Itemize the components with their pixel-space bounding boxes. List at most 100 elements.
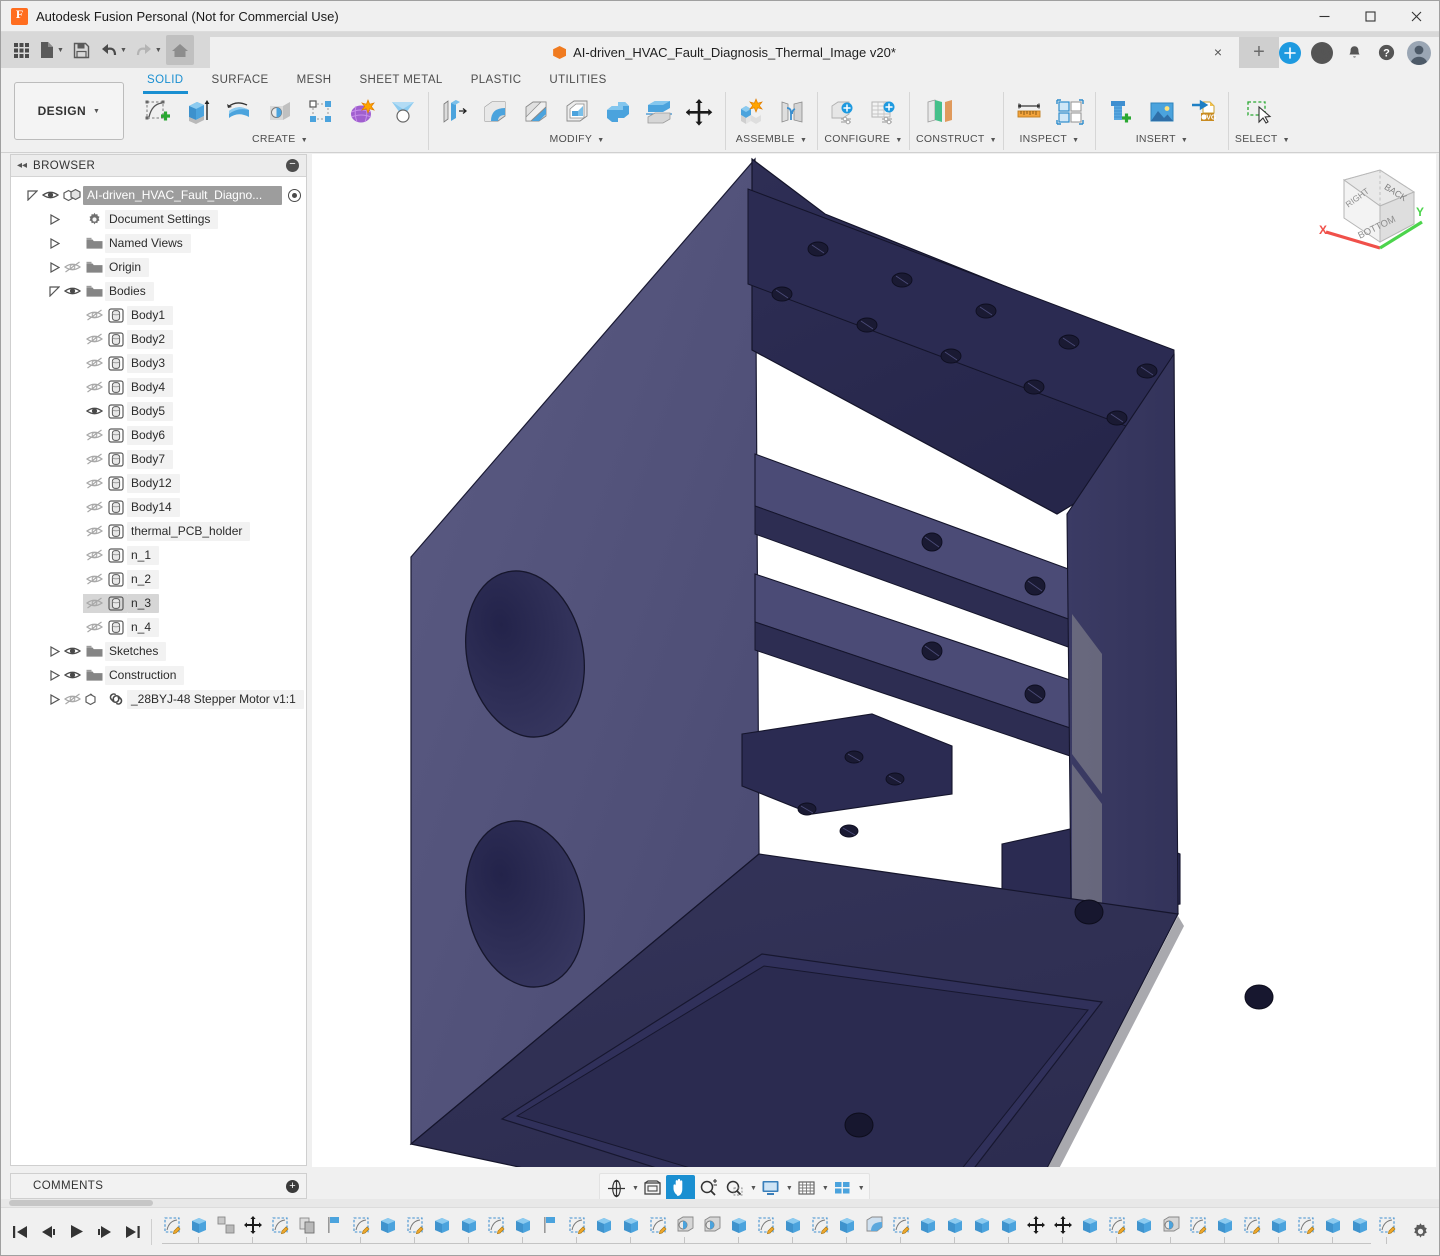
insert-mcmaster-bolt-icon[interactable] [1102,93,1140,131]
visibility-off-icon[interactable] [83,501,105,513]
scrollbar-thumb[interactable] [9,1200,153,1206]
visibility-off-icon[interactable] [83,573,105,585]
visibility-on-icon[interactable] [83,405,105,417]
tab-solid[interactable]: SOLID [133,70,198,94]
tab-plastic[interactable]: PLASTIC [457,70,536,92]
step-forward-icon[interactable] [91,1217,117,1247]
new-tab-button[interactable]: + [1239,37,1279,68]
form-icon[interactable] [343,93,381,131]
zoom-icon[interactable] [696,1175,721,1201]
maximize-button[interactable] [1347,1,1393,32]
timeline-feature-sketch[interactable] [563,1210,590,1240]
help-icon[interactable]: ? [1375,42,1397,64]
visibility-on-icon[interactable] [39,189,61,201]
tab-mesh[interactable]: MESH [283,70,346,92]
chevron-down-icon[interactable]: ▼ [120,47,127,54]
grid-snaps-icon[interactable] [794,1175,819,1201]
look-at-icon[interactable] [640,1175,665,1201]
fit-icon[interactable] [722,1175,747,1201]
move-copy-icon[interactable] [681,93,719,131]
tree-item-ai-driven-hvac-fault-diagno[interactable]: AI-driven_HVAC_Fault_Diagno... [11,183,306,207]
timeline-track[interactable] [158,1210,1401,1254]
split-body-icon[interactable] [640,93,678,131]
minimize-button[interactable] [1301,1,1347,32]
tree-item-body2[interactable]: Body2 [11,327,306,351]
timeline-feature-extrude[interactable] [1400,1210,1401,1240]
revolve-icon[interactable] [220,93,258,131]
collapse-triangle-icon[interactable] [47,213,61,225]
timeline-feature-extrude[interactable] [1130,1210,1157,1240]
visibility-on-icon[interactable] [61,645,83,657]
timeline-feature-extrude[interactable] [914,1210,941,1240]
visibility-off-icon[interactable] [61,261,83,273]
timeline-feature-extrude[interactable] [374,1210,401,1240]
section-analysis-icon[interactable] [1051,93,1089,131]
visibility-off-icon[interactable] [83,381,105,393]
tree-item-body6[interactable]: Body6 [11,423,306,447]
configure-design-icon[interactable] [824,93,862,131]
activate-component-radio[interactable] [288,188,302,202]
app-grid-icon[interactable] [7,35,35,65]
expand-triangle-icon[interactable] [47,285,61,297]
timeline-feature-hole[interactable] [1157,1210,1184,1240]
tree-item-named-views[interactable]: Named Views [11,231,306,255]
timeline-feature-sketch[interactable] [1103,1210,1130,1240]
view-cube[interactable]: RIGHT BACK BOTTOM X Y [1306,162,1428,257]
insert-canvas-image-icon[interactable] [1143,93,1181,131]
timeline-feature-flag[interactable] [320,1210,347,1240]
workspace-selector[interactable]: DESIGN ▼ [14,82,124,140]
home-icon[interactable] [165,35,194,65]
panel-construct-label[interactable]: CONSTRUCT ▼ [916,132,997,147]
timeline-feature-sketch[interactable] [887,1210,914,1240]
shell-icon[interactable] [558,93,596,131]
tree-item-n-3[interactable]: n_3 [11,591,306,615]
tree-item-document-settings[interactable]: Document Settings [11,207,306,231]
visibility-off-icon[interactable] [83,333,105,345]
insert-svg-icon[interactable]: SVG [1184,93,1222,131]
timeline-feature-extrude[interactable] [1346,1210,1373,1240]
display-settings-icon[interactable] [758,1175,783,1201]
orbit-icon[interactable] [604,1175,629,1201]
timeline-feature-extrude[interactable] [590,1210,617,1240]
chamfer-icon[interactable] [517,93,555,131]
collapse-triangle-icon[interactable] [47,237,61,249]
tree-item-sketches[interactable]: Sketches [11,639,306,663]
play-icon[interactable] [63,1217,89,1247]
panel-inspect-label[interactable]: INSPECT ▼ [1010,132,1089,147]
notifications-bell-icon[interactable] [1343,42,1365,64]
panel-modify-label[interactable]: MODIFY ▼ [435,132,719,147]
close-tab-icon[interactable]: × [1210,45,1226,61]
horizontal-scrollbar[interactable] [1,1199,1439,1207]
timeline-feature-sketch[interactable] [266,1210,293,1240]
3d-viewport[interactable]: RIGHT BACK BOTTOM X Y [312,154,1436,1167]
chevron-down-icon[interactable]: ▼ [155,47,162,54]
chevron-down-icon[interactable]: ▼ [786,1185,793,1192]
measure-icon[interactable] [1010,93,1048,131]
configuration-table-icon[interactable] [865,93,903,131]
timeline-feature-extrude[interactable] [779,1210,806,1240]
timeline-feature-sketch[interactable] [158,1210,185,1240]
timeline-feature-pattern[interactable] [212,1210,239,1240]
timeline-feature-copy-paste[interactable] [293,1210,320,1240]
visibility-off-icon[interactable] [83,309,105,321]
visibility-off-icon[interactable] [61,693,83,705]
new-component-icon[interactable] [732,93,770,131]
avatar[interactable] [1407,40,1431,65]
visibility-off-icon[interactable] [83,593,105,613]
fillet-icon[interactable] [476,93,514,131]
cone-icon[interactable] [384,93,422,131]
expand-triangle-icon[interactable] [25,189,39,201]
timeline-feature-extrude[interactable] [509,1210,536,1240]
chevron-down-icon[interactable]: ▼ [750,1185,757,1192]
timeline-feature-extrude[interactable] [1211,1210,1238,1240]
pan-hand-icon[interactable] [665,1175,695,1201]
visibility-on-icon[interactable] [61,669,83,681]
tree-item-body12[interactable]: Body12 [11,471,306,495]
timeline-feature-extrude[interactable] [1265,1210,1292,1240]
tree-item-bodies[interactable]: Bodies [11,279,306,303]
extrude-icon[interactable] [179,93,217,131]
minimize-browser-icon[interactable]: − [286,159,299,172]
visibility-off-icon[interactable] [83,429,105,441]
timeline-feature-move[interactable] [1049,1210,1076,1240]
timeline-feature-sketch[interactable] [1373,1210,1400,1240]
